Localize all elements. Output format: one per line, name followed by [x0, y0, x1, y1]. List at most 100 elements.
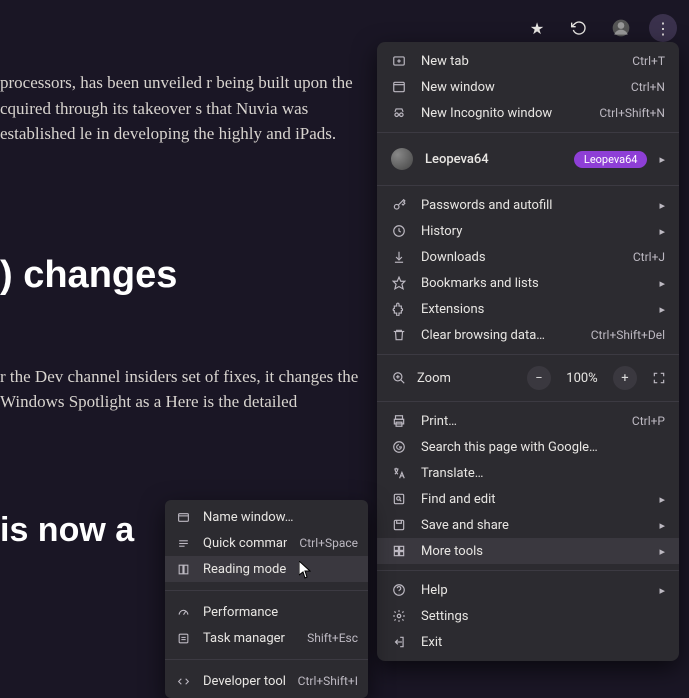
submenu-performance[interactable]: Performance [165, 599, 368, 625]
zoom-value: 100% [561, 371, 603, 386]
menu-history[interactable]: History ▸ [377, 218, 679, 244]
menu-accel: Ctrl+Shift+Del [591, 328, 665, 342]
menu-find[interactable]: Find and edit ▸ [377, 486, 679, 512]
google-icon [391, 440, 407, 454]
fullscreen-icon[interactable] [647, 366, 671, 390]
menu-label: Search this page with Google… [421, 440, 665, 455]
menu-separator [377, 401, 679, 402]
submenu-quick-commands[interactable]: Quick commands Ctrl+Space [165, 530, 368, 556]
menu-separator [165, 659, 368, 660]
menu-label: Help [421, 583, 645, 598]
menu-label: New Incognito window [421, 106, 585, 121]
task-icon [175, 632, 191, 645]
menu-label: Bookmarks and lists [421, 276, 645, 291]
submenu-developer-tools[interactable]: Developer tools Ctrl+Shift+I [165, 668, 368, 694]
menu-exit[interactable]: Exit [377, 629, 679, 655]
menu-label: Find and edit [421, 492, 645, 507]
menu-label: Exit [421, 635, 665, 650]
chevron-right-icon: ▸ [659, 199, 665, 212]
commands-icon [175, 537, 191, 550]
zoom-icon [391, 371, 407, 385]
chevron-right-icon: ▸ [659, 153, 665, 166]
download-icon [391, 250, 407, 264]
new-tab-icon [391, 54, 407, 68]
menu-separator [377, 185, 679, 186]
profile-row[interactable]: Leopeva64 Leopeva64 ▸ [377, 139, 679, 179]
refresh-icon[interactable] [565, 14, 593, 42]
menu-accel: Ctrl+J [633, 250, 665, 264]
submenu-reading-mode[interactable]: Reading mode [165, 556, 368, 582]
menu-accel: Ctrl+T [632, 54, 665, 68]
menu-incognito[interactable]: New Incognito window Ctrl+Shift+N [377, 100, 679, 126]
bookmark-star-icon[interactable]: ★ [523, 14, 551, 42]
menu-clear-data[interactable]: Clear browsing data… Ctrl+Shift+Del [377, 322, 679, 348]
find-icon [391, 492, 407, 506]
article-paragraph: processors, has been unveiled r being bu… [0, 70, 360, 147]
zoom-in-button[interactable]: + [613, 366, 637, 390]
menu-label: Performance [203, 605, 358, 620]
key-icon [391, 198, 407, 212]
kebab-menu-icon[interactable]: ⋮ [649, 14, 677, 42]
tools-icon [391, 544, 407, 558]
menu-help[interactable]: Help ▸ [377, 577, 679, 603]
more-tools-submenu: Name window… Quick commands Ctrl+Space R… [165, 500, 368, 698]
menu-separator [165, 590, 368, 591]
chevron-right-icon: ▸ [659, 584, 665, 597]
menu-accel: Ctrl+P [632, 414, 665, 428]
save-icon [391, 518, 407, 532]
window-icon [175, 511, 191, 524]
menu-accel: Shift+Esc [307, 631, 358, 645]
chevron-right-icon: ▸ [659, 225, 665, 238]
chevron-right-icon: ▸ [659, 303, 665, 316]
menu-bookmarks[interactable]: Bookmarks and lists ▸ [377, 270, 679, 296]
menu-label: Developer tools [203, 674, 286, 689]
submenu-name-window[interactable]: Name window… [165, 504, 368, 530]
menu-more-tools[interactable]: More tools ▸ [377, 538, 679, 564]
main-menu: New tab Ctrl+T New window Ctrl+N New Inc… [377, 42, 679, 661]
submenu-task-manager[interactable]: Task manager Shift+Esc [165, 625, 368, 651]
menu-separator [377, 354, 679, 355]
code-icon [175, 675, 191, 688]
puzzle-icon [391, 302, 407, 316]
menu-new-window[interactable]: New window Ctrl+N [377, 74, 679, 100]
star-icon [391, 276, 407, 290]
menu-accel: Ctrl+Space [299, 536, 358, 550]
menu-new-tab[interactable]: New tab Ctrl+T [377, 48, 679, 74]
menu-extensions[interactable]: Extensions ▸ [377, 296, 679, 322]
menu-separator [377, 570, 679, 571]
menu-accel: Ctrl+Shift+I [298, 674, 358, 688]
menu-label: Task manager [203, 631, 295, 646]
menu-accel: Ctrl+N [631, 80, 665, 94]
history-icon [391, 224, 407, 238]
menu-print[interactable]: Print… Ctrl+P [377, 408, 679, 434]
chevron-right-icon: ▸ [659, 493, 665, 506]
avatar-icon [391, 148, 413, 170]
menu-passwords[interactable]: Passwords and autofill ▸ [377, 192, 679, 218]
menu-settings[interactable]: Settings [377, 603, 679, 629]
article-paragraph: r the Dev channel insiders set of fixes,… [0, 364, 360, 415]
menu-save-share[interactable]: Save and share ▸ [377, 512, 679, 538]
menu-translate[interactable]: Translate… [377, 460, 679, 486]
menu-label: Print… [421, 414, 618, 429]
menu-label: Extensions [421, 302, 645, 317]
menu-label: Name window… [203, 510, 358, 525]
book-icon [175, 563, 191, 576]
profile-avatar-icon[interactable] [607, 14, 635, 42]
menu-label: Translate… [421, 466, 665, 481]
trash-icon [391, 328, 407, 342]
zoom-out-button[interactable]: − [527, 366, 551, 390]
menu-downloads[interactable]: Downloads Ctrl+J [377, 244, 679, 270]
article-heading: ) changes [0, 247, 360, 304]
chevron-right-icon: ▸ [659, 519, 665, 532]
profile-badge: Leopeva64 [574, 151, 648, 168]
help-icon [391, 583, 407, 597]
menu-label: Downloads [421, 250, 619, 265]
translate-icon [391, 466, 407, 480]
print-icon [391, 414, 407, 428]
incognito-icon [391, 106, 407, 120]
menu-label: New tab [421, 54, 618, 69]
menu-search-google[interactable]: Search this page with Google… [377, 434, 679, 460]
zoom-label: Zoom [417, 371, 517, 386]
menu-label: Passwords and autofill [421, 198, 645, 213]
article-body: processors, has been unveiled r being bu… [0, 70, 360, 556]
